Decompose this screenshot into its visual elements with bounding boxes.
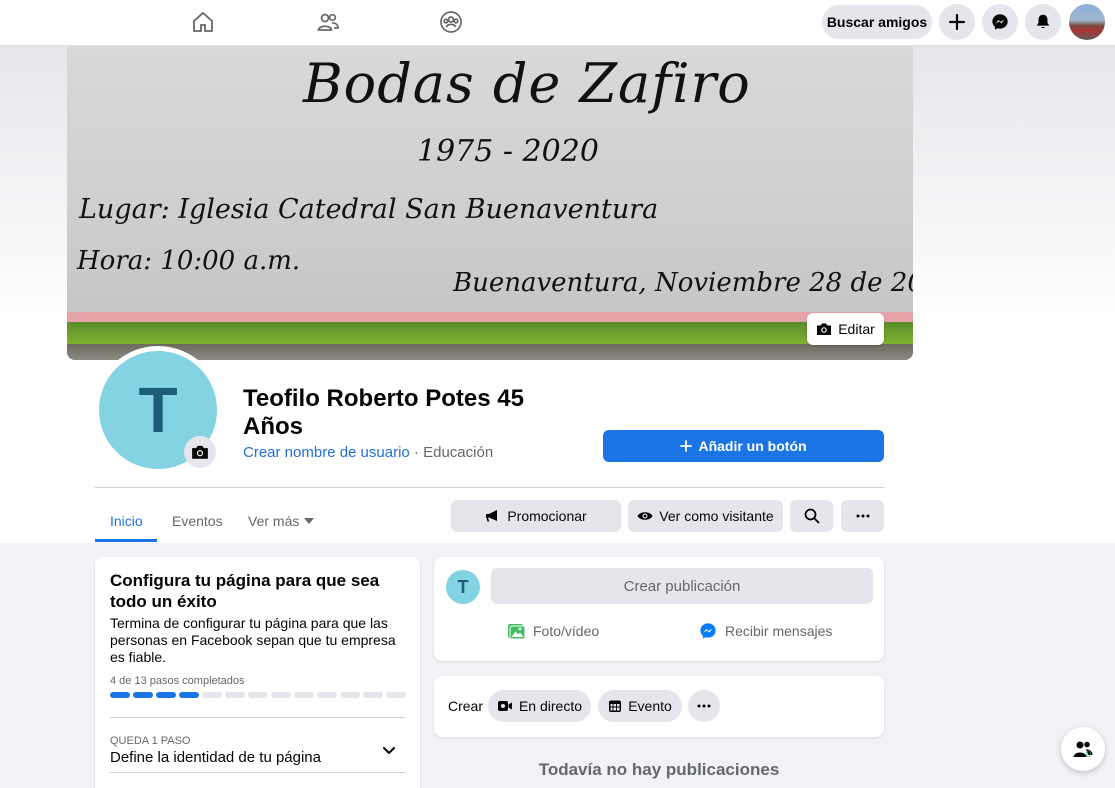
progress-segment bbox=[294, 692, 314, 698]
page-setup-card: Configura tu página para que sea todo un… bbox=[95, 557, 420, 788]
cover-text-time: Hora: 10:00 a.m. bbox=[77, 246, 301, 276]
progress-segment bbox=[271, 692, 291, 698]
search-icon bbox=[804, 508, 819, 524]
tab-home[interactable]: Inicio bbox=[110, 500, 143, 542]
setup-title: Configura tu página para que sea todo un… bbox=[110, 571, 380, 611]
view-as-visitor-button[interactable]: Ver como visitante bbox=[628, 500, 783, 532]
progress-segment bbox=[202, 692, 222, 698]
contacts-badge: 0 bbox=[1086, 749, 1092, 759]
tab-events[interactable]: Eventos bbox=[172, 500, 223, 542]
create-bar: Crear En directo Evento bbox=[434, 676, 884, 737]
caret-down-icon bbox=[304, 518, 315, 524]
create-label: Crear bbox=[448, 698, 484, 714]
cover-stripe-green bbox=[67, 322, 913, 344]
chevron-down-icon[interactable] bbox=[380, 741, 398, 759]
view-as-visitor-label: Ver como visitante bbox=[659, 508, 774, 524]
get-messages-button[interactable]: Recibir mensajes bbox=[699, 620, 832, 642]
go-live-button[interactable]: En directo bbox=[488, 690, 591, 722]
calendar-icon bbox=[609, 700, 622, 712]
messenger-icon bbox=[992, 14, 1008, 30]
more-icon bbox=[697, 704, 711, 708]
page-category: Educación bbox=[423, 444, 494, 461]
go-live-label: En directo bbox=[518, 698, 583, 714]
messenger-icon bbox=[700, 623, 716, 639]
add-button-button[interactable]: Añadir un botón bbox=[603, 430, 884, 462]
promote-label: Promocionar bbox=[507, 508, 587, 524]
promote-button[interactable]: Promocionar bbox=[451, 500, 621, 532]
setup-description: Termina de configurar tu página para que… bbox=[110, 615, 396, 665]
header-divider bbox=[95, 487, 884, 488]
live-video-icon bbox=[497, 701, 512, 711]
search-page-button[interactable] bbox=[790, 500, 833, 532]
progress-segment bbox=[110, 692, 130, 698]
page-title: Teofilo Roberto Potes 45 Años bbox=[243, 385, 524, 440]
no-posts-message: Todavía no hay publicaciones bbox=[538, 760, 780, 779]
setup-divider-bottom bbox=[110, 772, 405, 773]
progress-segment bbox=[248, 692, 268, 698]
create-username-link[interactable]: Crear nombre de usuario bbox=[243, 444, 410, 461]
notifications-button[interactable] bbox=[1025, 4, 1061, 40]
get-messages-label: Recibir mensajes bbox=[725, 623, 833, 639]
new-message-contacts-button[interactable] bbox=[1061, 727, 1105, 771]
cover-stripe-pink bbox=[67, 312, 913, 322]
remaining-steps-label: QUEDA 1 PASO bbox=[110, 735, 191, 747]
messenger-button[interactable] bbox=[982, 4, 1018, 40]
tab-events-label: Eventos bbox=[172, 513, 223, 529]
progress-segment bbox=[156, 692, 176, 698]
photo-video-button[interactable]: Foto/vídeo bbox=[507, 620, 599, 642]
update-profile-picture-button[interactable] bbox=[184, 436, 216, 468]
camera-icon bbox=[817, 323, 832, 335]
edit-cover-label: Editar bbox=[838, 321, 875, 337]
edit-cover-button[interactable]: Editar bbox=[807, 313, 884, 345]
create-button[interactable] bbox=[939, 4, 975, 40]
home-icon[interactable] bbox=[189, 8, 217, 36]
add-button-label: Añadir un botón bbox=[698, 438, 807, 454]
active-tab-indicator bbox=[95, 539, 157, 542]
megaphone-icon bbox=[486, 510, 498, 522]
photo-video-label: Foto/vídeo bbox=[533, 623, 600, 639]
cover-text-date: Buenaventura, Noviembre 28 de 2020 bbox=[453, 268, 913, 298]
more-options-button[interactable] bbox=[841, 500, 884, 532]
plus-icon bbox=[680, 440, 693, 452]
setup-step-name[interactable]: Define la identidad de tu página bbox=[110, 749, 321, 766]
account-avatar[interactable] bbox=[1069, 4, 1105, 40]
find-friends-button[interactable]: Buscar amigos bbox=[822, 5, 932, 39]
subtitle-separator: · bbox=[409, 444, 424, 461]
tab-home-label: Inicio bbox=[110, 513, 143, 529]
progress-segment bbox=[340, 692, 360, 698]
setup-divider bbox=[110, 717, 405, 718]
plus-icon bbox=[948, 13, 966, 31]
page-subtitle: Crear nombre de usuario · Educación bbox=[243, 444, 493, 461]
camera-icon bbox=[192, 445, 208, 459]
groups-icon[interactable] bbox=[437, 8, 465, 36]
top-navigation-bar: Buscar amigos bbox=[0, 0, 1115, 46]
progress-segment bbox=[317, 692, 337, 698]
cover-text-years: 1975 - 2020 bbox=[417, 134, 599, 169]
cover-text-title: Bodas de Zafiro bbox=[303, 52, 751, 115]
cover-text-place: Lugar: Iglesia Catedral San Buenaventura bbox=[79, 194, 659, 225]
more-icon bbox=[856, 514, 869, 518]
create-event-button[interactable]: Evento bbox=[598, 690, 682, 722]
eye-icon bbox=[637, 512, 653, 520]
friends-icon[interactable] bbox=[314, 8, 342, 36]
cover-photo: Bodas de Zafiro 1975 - 2020 Lugar: Igles… bbox=[67, 46, 913, 360]
progress-segment bbox=[363, 692, 383, 698]
photo-icon bbox=[508, 624, 525, 640]
create-more-button[interactable] bbox=[688, 690, 720, 722]
progress-segment bbox=[225, 692, 245, 698]
create-event-label: Evento bbox=[628, 698, 672, 714]
setup-progress-bar bbox=[110, 692, 406, 698]
progress-segment bbox=[386, 692, 406, 698]
progress-segment bbox=[133, 692, 153, 698]
steps-completed-label: 4 de 13 pasos completados bbox=[110, 675, 245, 687]
post-composer: T Crear publicación Foto/vídeo Recibir m… bbox=[434, 557, 884, 661]
notifications-icon bbox=[1036, 14, 1050, 28]
create-post-button[interactable]: Crear publicación bbox=[491, 568, 873, 604]
progress-segment bbox=[179, 692, 199, 698]
composer-avatar: T bbox=[446, 570, 480, 604]
tab-more-label: Ver más bbox=[248, 513, 300, 529]
tab-more[interactable]: Ver más bbox=[248, 500, 315, 542]
